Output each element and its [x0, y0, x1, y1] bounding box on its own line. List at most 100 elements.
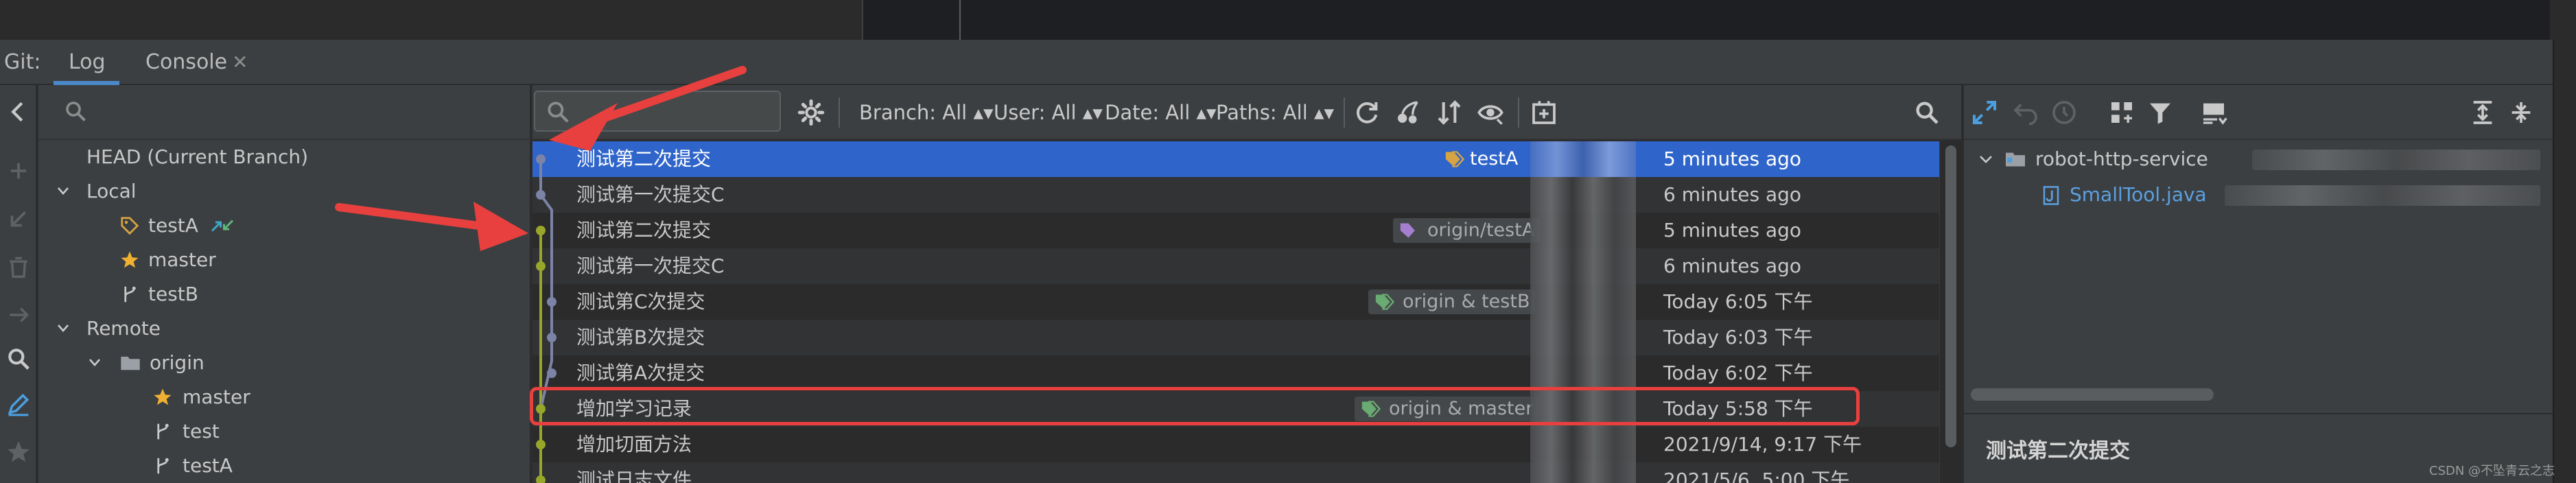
branch-label: testA [183, 454, 233, 477]
branch-search-box[interactable] [38, 85, 531, 140]
commit-graph [536, 154, 557, 483]
branch-head[interactable]: HEAD (Current Branch) [86, 140, 308, 174]
commit-row[interactable]: 测试第一次提交C 6 minutes ago [532, 177, 1939, 213]
author-redacted [1530, 213, 1636, 248]
git-tab-bar: Git: Log Console ✕ [0, 40, 2576, 115]
right-edge-strip [2553, 40, 2576, 483]
sync-arrows-icon [211, 220, 234, 232]
group-by-icon[interactable] [2108, 99, 2135, 126]
left-action-strip [0, 85, 37, 483]
chevron-down-icon [1980, 156, 1992, 163]
close-icon[interactable]: ✕ [232, 40, 248, 85]
branch-group-remote[interactable]: Remote [86, 311, 161, 346]
author-redacted [1530, 320, 1636, 355]
chevron-left-icon[interactable] [5, 99, 32, 125]
preview-icon[interactable] [2200, 99, 2227, 126]
author-redacted [1530, 141, 1636, 177]
commit-row[interactable]: 测试第B次提交 Today 6:03 下午 [532, 320, 1939, 355]
folder-icon [121, 356, 140, 370]
trash-icon[interactable] [5, 254, 32, 280]
editor-top-strip [0, 0, 2576, 40]
author-redacted [1530, 462, 1636, 483]
commit-date: Today 6:02 下午 [1663, 362, 1813, 384]
commit-row[interactable]: 测试第一次提交C 6 minutes ago [532, 248, 1939, 284]
undo-icon[interactable] [2012, 99, 2039, 126]
merge-icon[interactable] [5, 302, 32, 328]
scrollbar-thumb[interactable] [1945, 145, 1956, 447]
expand-all-icon[interactable] [2469, 99, 2496, 126]
log-toolbar: Branch: All ▴▾ User: All ▴▾ Date: All ▴▾… [532, 85, 1961, 140]
commit-row[interactable]: 测试日志文件 2021/5/6, 5:00 下午 [532, 462, 1939, 483]
commit-row[interactable]: 测试第A次提交 Today 6:02 下午 [532, 355, 1939, 391]
commit-message: 测试第A次提交 [576, 362, 705, 384]
filter-branch[interactable]: Branch: All ▴▾ [859, 85, 994, 140]
tag-icon [1375, 294, 1395, 310]
tab-log[interactable]: Log [69, 40, 106, 85]
filter-paths-label: Paths: All [1216, 101, 1308, 124]
history-icon[interactable] [2050, 99, 2078, 126]
folder-icon [2006, 152, 2025, 167]
log-search-input[interactable] [534, 91, 781, 132]
gear-icon[interactable] [797, 99, 825, 126]
log-scrollbar[interactable] [1939, 141, 1961, 483]
watermark: CSDN @不坠青云之志 [2429, 464, 2555, 478]
new-tab-icon[interactable] [1530, 99, 1558, 126]
author-redacted [1530, 355, 1636, 391]
details-hscroll[interactable] [1971, 388, 2214, 401]
search-icon[interactable] [5, 346, 32, 372]
plus-icon[interactable] [5, 158, 32, 184]
branches-panel: HEAD (Current Branch) Local testA master… [38, 85, 531, 483]
tag-icon [1400, 223, 1415, 238]
commit-subject: 测试第二次提交 [1986, 439, 2130, 463]
filter-paths[interactable]: Paths: All ▴▾ [1216, 85, 1334, 140]
commit-message: 测试第B次提交 [576, 326, 705, 349]
commit-message: 测试日志文件 [576, 469, 692, 483]
tab-console[interactable]: Console [145, 40, 227, 85]
chevron-down-icon[interactable] [55, 311, 71, 346]
sort-arrows-icon[interactable] [1436, 99, 1463, 126]
commit-row[interactable]: 测试第二次提交 origin/testA 5 minutes ago [532, 213, 1939, 248]
annotation-highlight-box [530, 387, 1860, 425]
module-row[interactable]: robot-http-service [1971, 141, 2547, 177]
star-icon[interactable] [5, 439, 32, 465]
commit-message: 增加切面方法 [576, 433, 692, 456]
commit-date: 6 minutes ago [1663, 183, 1802, 206]
editor-separator [959, 0, 961, 40]
branch-label: master [183, 386, 250, 408]
editor-area [862, 0, 2550, 40]
filter-date[interactable]: Date: All ▴▾ [1105, 85, 1217, 140]
refresh-icon[interactable] [1353, 99, 1381, 126]
search-icon[interactable] [1913, 99, 1941, 126]
commit-ref: origin & testB [1368, 290, 1536, 314]
path-redacted [2225, 185, 2540, 206]
pencil-icon[interactable] [5, 391, 32, 417]
chevron-down-icon[interactable] [55, 174, 71, 209]
filter-user[interactable]: User: All ▴▾ [994, 85, 1103, 140]
chevron-down-icon[interactable] [86, 346, 103, 380]
changed-file-row[interactable]: SmallTool.java [1971, 177, 2547, 213]
commit-row[interactable]: 测试第C次提交 origin & testB Today 6:05 下午 [532, 284, 1939, 320]
commit-log-list[interactable]: 测试第二次提交 testA 5 minutes ago 测试第一次提交C 6 m… [532, 141, 1939, 483]
arrow-down-left-icon[interactable] [5, 206, 32, 232]
commit-row[interactable]: 测试第二次提交 testA 5 minutes ago [532, 141, 1939, 177]
branch-group-local[interactable]: Local [86, 174, 137, 209]
filter-branch-label: Branch: All [859, 101, 968, 124]
commit-message: 测试第二次提交 [576, 219, 712, 242]
filter-icon[interactable] [2146, 99, 2174, 126]
commit-message: 测试第一次提交C [576, 255, 725, 277]
cherry-pick-icon[interactable] [1394, 99, 1422, 126]
collapse-all-icon[interactable] [2507, 99, 2535, 126]
commit-row[interactable]: 增加切面方法 2021/9/14, 9:17 下午 [532, 427, 1939, 462]
commit-message: 测试第C次提交 [576, 290, 705, 313]
toolbar-separator [839, 97, 840, 128]
expand-arrows-icon[interactable] [1971, 99, 1998, 126]
eye-icon[interactable] [1477, 99, 1504, 126]
branch-label: master [148, 248, 216, 271]
commit-date: 6 minutes ago [1663, 255, 1802, 277]
path-redacted [2252, 150, 2540, 170]
author-redacted [1530, 284, 1636, 320]
author-redacted [1530, 248, 1636, 284]
branch-label: test [183, 420, 220, 443]
branch-label: testB [148, 283, 198, 305]
branch-icon [124, 286, 136, 303]
